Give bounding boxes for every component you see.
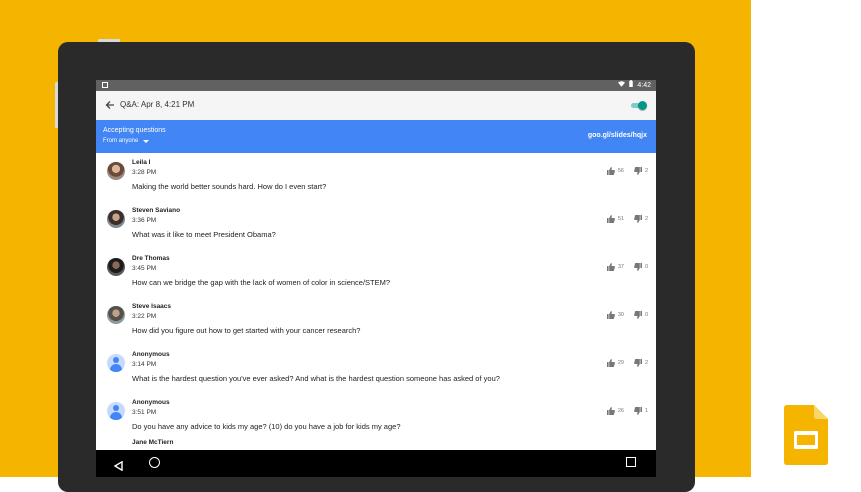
question-time: 3:22 PM [132, 313, 157, 320]
notification-icon [102, 82, 108, 88]
anonymous-avatar-icon [107, 354, 125, 372]
thumbs-up-icon[interactable] [606, 359, 615, 367]
author-name: Anonymous [132, 399, 170, 406]
nav-recents-icon[interactable] [626, 457, 636, 467]
question-time: 3:51 PM [132, 409, 157, 416]
question-list: Leila I 3:28 PM Making the world better … [96, 153, 656, 477]
back-arrow-icon[interactable] [103, 98, 117, 112]
question-row: Anonymous 3:14 PM What is the hardest qu… [96, 345, 656, 393]
qa-banner: Accepting questions From anyone goo.gl/s… [96, 120, 656, 153]
toggle-thumb [638, 101, 647, 110]
question-text: How can we bridge the gap with the lack … [132, 278, 391, 287]
qa-link[interactable]: goo.gl/slides/hqjx [588, 132, 647, 139]
downvote-count: 2 [644, 216, 648, 222]
thumbs-down-icon[interactable] [634, 167, 642, 175]
thumbs-up-icon[interactable] [606, 167, 615, 175]
vote-controls: 37 0 [606, 263, 648, 271]
audience-dropdown[interactable]: From anyone [103, 138, 150, 144]
question-row: Steven Saviano 3:36 PM What was it like … [96, 201, 656, 249]
question-row: Leila I 3:28 PM Making the world better … [96, 153, 656, 201]
question-time: 3:36 PM [132, 217, 157, 224]
downvote-group: 2 [634, 215, 648, 223]
battery-icon [629, 80, 634, 91]
google-slides-logo-icon [784, 405, 828, 465]
question-time: 3:14 PM [132, 361, 157, 368]
question-row: Anonymous 3:51 PM Do you have any advice… [96, 393, 656, 441]
vote-controls: 29 2 [606, 359, 648, 367]
avatar [107, 162, 125, 180]
thumbs-up-icon[interactable] [606, 215, 615, 223]
avatar [107, 210, 125, 228]
accepting-questions-toggle[interactable] [631, 101, 647, 110]
question-text: How did you figure out how to get starte… [132, 326, 361, 335]
status-bar: 4:42 [96, 80, 656, 91]
thumbs-down-icon[interactable] [634, 359, 642, 367]
question-text: What was it like to meet President Obama… [132, 230, 276, 239]
author-name: Anonymous [132, 351, 170, 358]
upvote-count: 51 [617, 216, 624, 222]
audience-label: From anyone [103, 138, 139, 144]
downvote-group: 0 [634, 263, 648, 271]
author-name: Steve Isaacs [132, 303, 172, 310]
tablet-screen: 4:42 Q&A: Apr 8, 4:21 PM Accepting quest… [96, 80, 656, 477]
question-time: 3:45 PM [132, 265, 157, 272]
downvote-count: 0 [644, 312, 648, 318]
question-text: Do you have any advice to kids my age? (… [132, 422, 401, 431]
avatar [107, 258, 125, 276]
upvote-count: 26 [617, 408, 624, 414]
status-time: 4:42 [637, 82, 651, 89]
caret-down-icon [143, 139, 150, 143]
author-name: Leila I [132, 159, 151, 166]
toolbar: Q&A: Apr 8, 4:21 PM [96, 91, 656, 121]
downvote-group: 2 [634, 167, 648, 175]
question-row: Steve Isaacs 3:22 PM How did you figure … [96, 297, 656, 345]
page-title: Q&A: Apr 8, 4:21 PM [120, 100, 195, 109]
downvote-count: 1 [644, 408, 648, 414]
vote-controls: 51 2 [606, 215, 648, 223]
downvote-group: 1 [634, 407, 648, 415]
nav-back-icon[interactable] [113, 458, 123, 476]
status-icons: 4:42 [618, 80, 651, 91]
thumbs-up-icon[interactable] [606, 263, 615, 271]
downvote-group: 0 [634, 311, 648, 319]
thumbs-down-icon[interactable] [634, 407, 642, 415]
upvote-count: 37 [617, 264, 624, 270]
downvote-group: 2 [634, 359, 648, 367]
upvote-count: 29 [617, 360, 624, 366]
thumbs-down-icon[interactable] [634, 263, 642, 271]
question-row: Dre Thomas 3:45 PM How can we bridge the… [96, 249, 656, 297]
vote-controls: 26 1 [606, 407, 648, 415]
author-name: Dre Thomas [132, 255, 170, 262]
android-nav-bar [96, 450, 656, 477]
author-name: Jane McTiern [132, 439, 174, 446]
banner-title: Accepting questions [103, 127, 166, 134]
downvote-count: 2 [644, 168, 648, 174]
author-name: Steven Saviano [132, 207, 181, 214]
vote-controls: 30 0 [606, 311, 648, 319]
thumbs-down-icon[interactable] [634, 311, 642, 319]
thumbs-down-icon[interactable] [634, 215, 642, 223]
avatar [107, 306, 125, 324]
anonymous-avatar-icon [107, 402, 125, 420]
question-text: What is the hardest question you've ever… [132, 374, 500, 383]
nav-home-icon[interactable] [149, 457, 160, 468]
downvote-count: 0 [644, 264, 648, 270]
wifi-icon [618, 80, 626, 91]
upvote-count: 56 [617, 168, 624, 174]
vote-controls: 56 2 [606, 167, 648, 175]
downvote-count: 2 [644, 360, 648, 366]
thumbs-up-icon[interactable] [606, 311, 615, 319]
question-time: 3:28 PM [132, 169, 157, 176]
upvote-count: 30 [617, 312, 624, 318]
question-text: Making the world better sounds hard. How… [132, 182, 327, 191]
thumbs-up-icon[interactable] [606, 407, 615, 415]
